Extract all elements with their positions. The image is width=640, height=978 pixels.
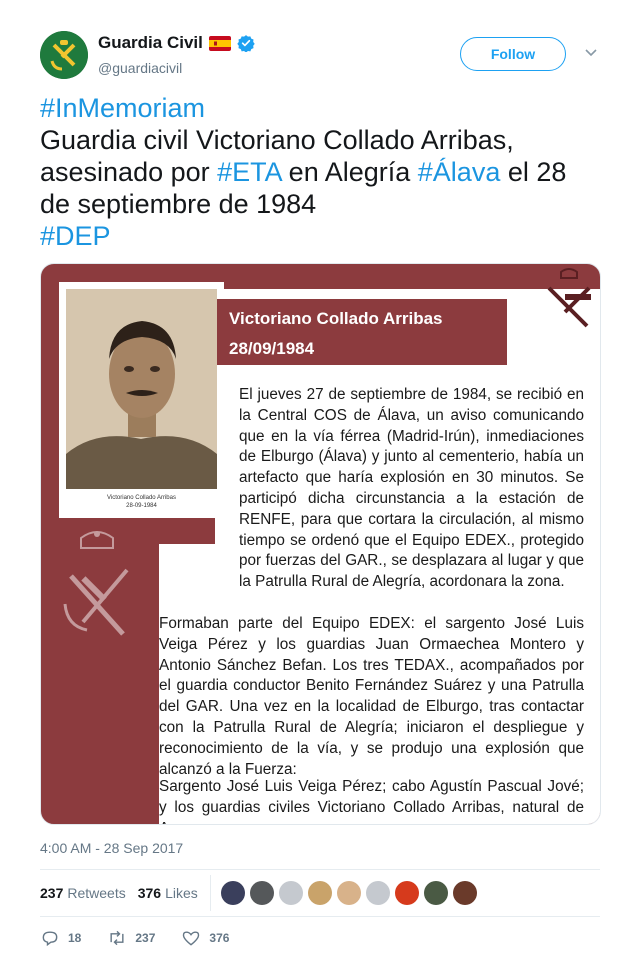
chevron-down-icon[interactable] (584, 45, 598, 59)
display-name[interactable]: Guardia Civil (98, 33, 203, 53)
divider (40, 869, 600, 870)
guardia-civil-emblem-icon (541, 266, 597, 337)
follow-button[interactable]: Follow (460, 37, 566, 71)
tweet-text-segment: asesinado por (40, 157, 218, 187)
guardia-civil-crest-icon (57, 526, 137, 651)
heart-icon (183, 931, 200, 946)
verified-badge-icon (237, 34, 255, 53)
document-paragraph-1: El jueves 27 de septiembre de 1984, se r… (239, 386, 584, 591)
hashtag-alava[interactable]: #Álava (418, 157, 501, 187)
document-title: Victoriano Collado Arribas (229, 309, 443, 328)
tweet-line-1: Guardia civil Victoriano Collado Arribas… (40, 125, 514, 155)
liker-avatar[interactable] (278, 881, 303, 905)
tweet-stats: 237 Retweets 376 Likes (40, 875, 600, 911)
portrait-caption-date: 28-09-1984 (126, 503, 157, 509)
spain-flag-icon (208, 35, 231, 51)
liker-avatar[interactable] (307, 881, 332, 905)
avatar[interactable] (40, 31, 88, 79)
user-handle[interactable]: @guardiacivil (98, 60, 182, 76)
liker-avatar[interactable] (394, 881, 419, 905)
tweet-text-segment: el 28 (500, 157, 567, 187)
like-button[interactable]: 376 (181, 928, 229, 948)
portrait-frame: Victoriano Collado Arribas 28-09-1984 (59, 282, 224, 518)
tweet-text-segment: en Alegría (281, 157, 418, 187)
tweet-image[interactable]: Victoriano Collado Arribas 28-09-1984 Vi… (40, 263, 601, 825)
document-paragraph-3: Sargento José Luis Veiga Pérez; cabo Agu… (159, 778, 584, 824)
stats-separator (209, 875, 211, 911)
divider (40, 916, 600, 917)
retweet-button[interactable]: 237 (107, 928, 155, 948)
hashtag-inmemoriam[interactable]: #InMemoriam (40, 93, 205, 123)
likes-count: 376 (137, 885, 162, 901)
like-count: 376 (209, 931, 230, 945)
reply-button[interactable]: 18 (40, 928, 81, 948)
document-paragraph-2: Formaban parte del Equipo EDEX: el sarge… (159, 615, 584, 778)
hashtag-dep[interactable]: #DEP (40, 221, 111, 251)
reply-icon (42, 931, 58, 947)
likes-stat[interactable]: 376 Likes (138, 885, 198, 901)
liker-avatar[interactable] (452, 881, 477, 905)
liker-avatars (220, 881, 477, 905)
portrait-photo (66, 289, 217, 489)
portrait-caption-name: Victoriano Collado Arribas (107, 495, 176, 501)
liker-avatar[interactable] (336, 881, 361, 905)
hashtag-eta[interactable]: #ETA (217, 157, 281, 187)
likes-label: Likes (165, 885, 198, 901)
retweets-label: Retweets (67, 885, 126, 901)
tweet-timestamp[interactable]: 4:00 AM - 28 Sep 2017 (40, 840, 183, 856)
liker-avatar[interactable] (365, 881, 390, 905)
liker-avatar[interactable] (249, 881, 274, 905)
reply-count: 18 (68, 931, 82, 945)
retweet-count: 237 (135, 931, 156, 945)
tweet-header: Guardia Civil @guardiacivil Follow (40, 30, 600, 82)
document-date: 28/09/1984 (229, 339, 315, 358)
tweet-line-3: de septiembre de 1984 (40, 189, 317, 219)
document-title-box: Victoriano Collado Arribas 28/09/1984 (217, 299, 507, 365)
tweet-actions: 18 237 376 (40, 928, 255, 948)
liker-avatar[interactable] (423, 881, 448, 905)
retweets-stat[interactable]: 237 Retweets (40, 885, 126, 901)
liker-avatar[interactable] (220, 881, 245, 905)
retweet-icon (110, 930, 124, 946)
retweets-count: 237 (40, 885, 64, 901)
tweet-text: #InMemoriam Guardia civil Victoriano Col… (40, 92, 600, 252)
